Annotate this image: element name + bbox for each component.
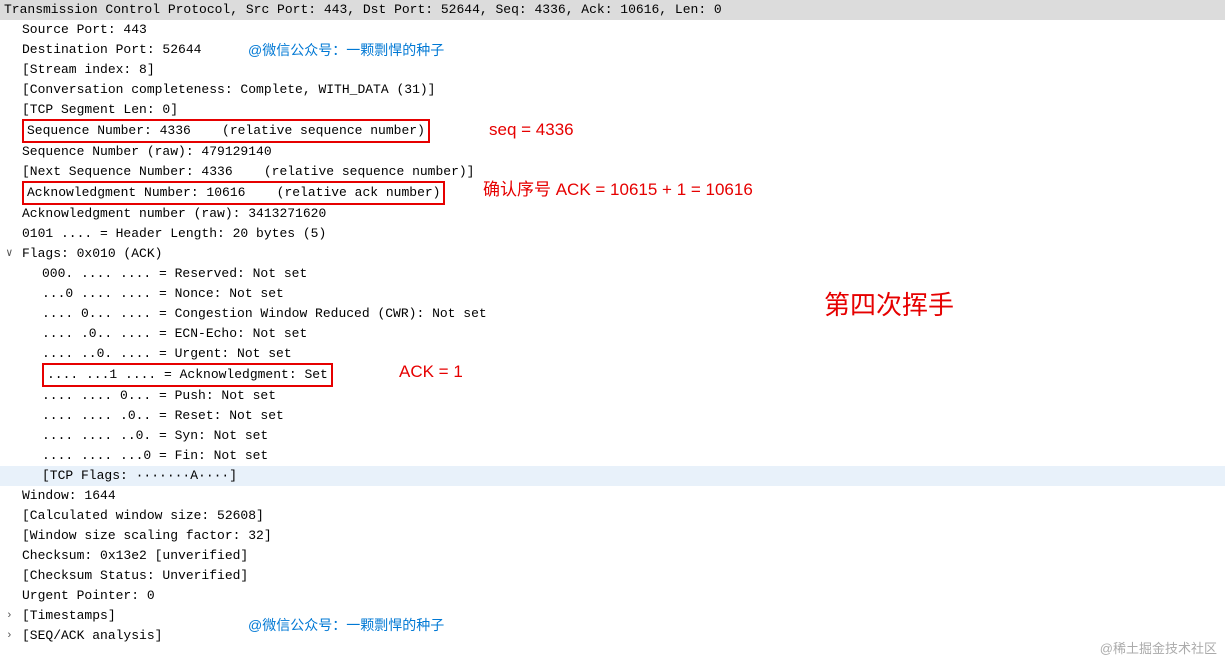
watermark-top: @微信公众号：一颗剽悍的种子 [248,40,444,60]
field-conv-completeness[interactable]: [Conversation completeness: Complete, WI… [0,80,1225,100]
flag-ack[interactable]: .... ...1 .... = Acknowledgment: Set [0,364,1225,386]
field-ack-number-raw[interactable]: Acknowledgment number (raw): 3413271620 [0,204,1225,224]
chevron-right-icon[interactable]: › [6,626,13,646]
flag-push[interactable]: .... .... 0... = Push: Not set [0,386,1225,406]
chevron-right-icon[interactable]: › [6,606,13,626]
ack-flag-highlight-box: .... ...1 .... = Acknowledgment: Set [42,363,333,387]
flag-tcp-flags-str[interactable]: [TCP Flags: ·······A····] [0,466,1225,486]
ack-highlight-box: Acknowledgment Number: 10616 (relative a… [22,181,445,205]
field-checksum[interactable]: Checksum: 0x13e2 [unverified] [0,546,1225,566]
field-next-seq-number[interactable]: [Next Sequence Number: 4336 (relative se… [0,162,1225,182]
ack-flag-annotation: ACK = 1 [399,362,463,382]
flag-syn[interactable]: .... .... ..0. = Syn: Not set [0,426,1225,446]
field-checksum-status[interactable]: [Checksum Status: Unverified] [0,566,1225,586]
field-urgent-pointer[interactable]: Urgent Pointer: 0 [0,586,1225,606]
flag-nonce[interactable]: ...0 .... .... = Nonce: Not set [0,284,1225,304]
flag-reset[interactable]: .... .... .0.. = Reset: Not set [0,406,1225,426]
ack-annotation: 确认序号 ACK = 10615 + 1 = 10616 [483,180,753,200]
chevron-down-icon[interactable]: ∨ [6,244,13,264]
field-calc-window[interactable]: [Calculated window size: 52608] [0,506,1225,526]
field-seq-ack-analysis[interactable]: ›[SEQ/ACK analysis] [0,626,1225,646]
watermark-bottom: @微信公众号：一颗剽悍的种子 [248,615,444,635]
field-seq-number[interactable]: Sequence Number: 4336 (relative sequence… [0,120,1225,142]
tcp-header-summary: Transmission Control Protocol, Src Port:… [0,0,1225,20]
field-flags[interactable]: ∨Flags: 0x010 (ACK) [0,244,1225,264]
flag-fin[interactable]: .... .... ...0 = Fin: Not set [0,446,1225,466]
flag-reserved[interactable]: 000. .... .... = Reserved: Not set [0,264,1225,284]
title-annotation: 第四次挥手 [824,295,954,315]
seq-highlight-box: Sequence Number: 4336 (relative sequence… [22,119,430,143]
flag-urgent[interactable]: .... ..0. .... = Urgent: Not set [0,344,1225,364]
flag-ecn[interactable]: .... .0.. .... = ECN-Echo: Not set [0,324,1225,344]
field-window[interactable]: Window: 1644 [0,486,1225,506]
field-dest-port[interactable]: Destination Port: 52644 [0,40,1225,60]
field-stream-index[interactable]: [Stream index: 8] [0,60,1225,80]
field-win-scale[interactable]: [Window size scaling factor: 32] [0,526,1225,546]
field-seq-number-raw[interactable]: Sequence Number (raw): 479129140 [0,142,1225,162]
field-tcp-seg-len[interactable]: [TCP Segment Len: 0] [0,100,1225,120]
flag-cwr[interactable]: .... 0... .... = Congestion Window Reduc… [0,304,1225,324]
field-header-length[interactable]: 0101 .... = Header Length: 20 bytes (5) [0,224,1225,244]
field-timestamps[interactable]: ›[Timestamps] [0,606,1225,626]
header-text: Transmission Control Protocol, Src Port:… [4,2,722,17]
field-source-port[interactable]: Source Port: 443 [0,20,1225,40]
footer-credit: @稀土掘金技术社区 [1100,639,1217,659]
seq-annotation: seq = 4336 [489,120,574,140]
